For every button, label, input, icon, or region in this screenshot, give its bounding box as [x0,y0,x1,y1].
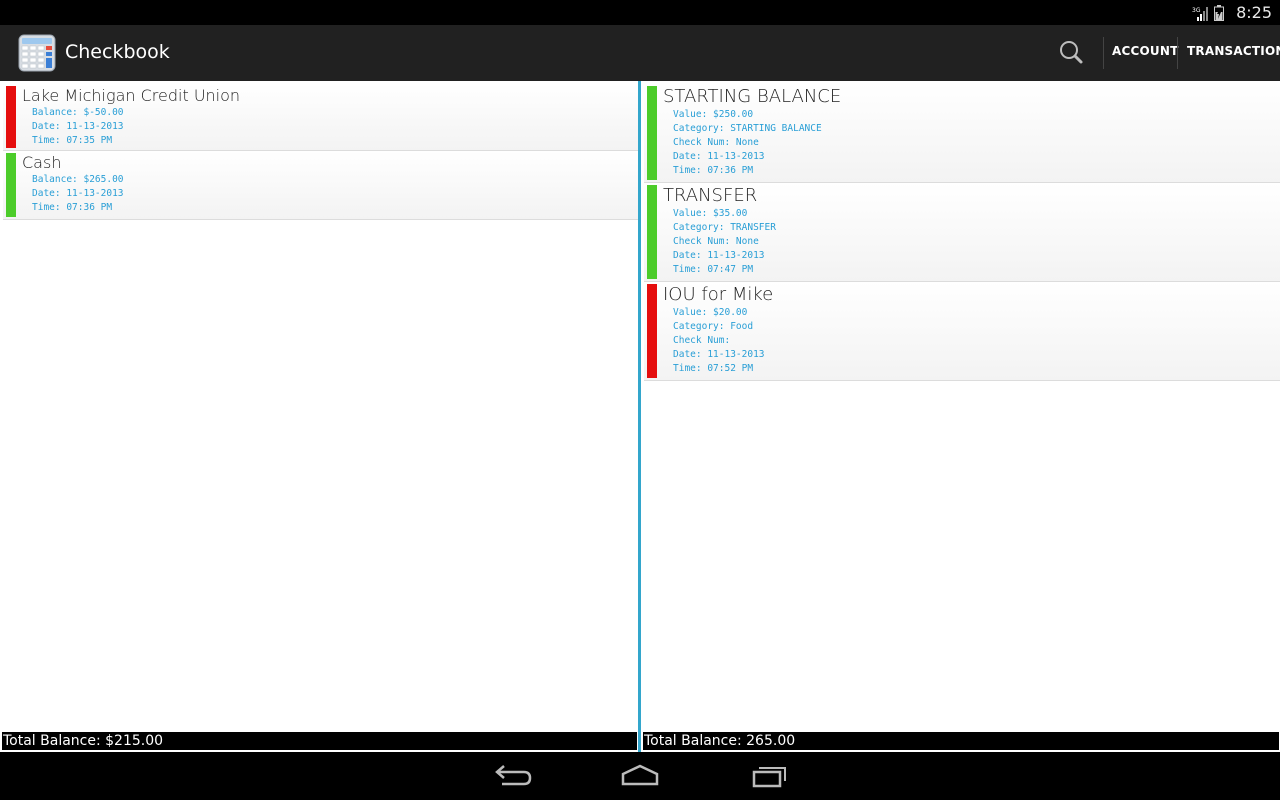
signal-icon: 3G [1192,6,1209,21]
status-bar-positive [6,153,16,217]
transaction-time: Time: 07:47 PM [673,264,754,275]
navigation-bar [0,752,1280,800]
transaction-date: Date: 11-13-2013 [673,151,765,162]
action-bar: Checkbook ACCOUNT TRANSACTION [0,25,1280,81]
transaction-button[interactable]: TRANSACTION [1187,44,1280,58]
account-balance: Balance: $265.00 [32,174,124,185]
transaction-row[interactable]: TRANSFER Value: $35.00 Category: TRANSFE… [644,183,1280,282]
clock: 8:25 [1236,3,1272,22]
status-bar-negative [647,284,657,378]
transactions-list: STARTING BALANCE Value: $250.00 Category… [641,84,1280,381]
search-icon[interactable] [1052,33,1092,73]
transaction-name: IOU for Mike [663,284,774,305]
accounts-pane: Lake Michigan Credit Union Balance: $-50… [0,81,638,752]
transaction-name: TRANSFER [663,185,758,206]
transactions-total-balance: Total Balance: 265.00 [643,732,1279,750]
transaction-category: Category: STARTING BALANCE [673,123,822,134]
account-date: Date: 11-13-2013 [32,188,124,199]
transaction-check-num: Check Num: None [673,236,759,247]
transaction-category: Category: TRANSFER [673,222,776,233]
calculator-icon[interactable] [18,34,56,72]
transaction-check-num: Check Num: [673,335,731,346]
accounts-total-balance: Total Balance: $215.00 [2,732,637,750]
home-icon[interactable] [610,760,670,792]
transaction-row[interactable]: IOU for Mike Value: $20.00 Category: Foo… [644,282,1280,381]
status-icons: 3G 8:25 [1192,2,1272,23]
transaction-time: Time: 07:52 PM [673,363,754,374]
transaction-name: STARTING BALANCE [663,86,842,107]
account-time: Time: 07:36 PM [32,202,113,213]
account-row[interactable]: Lake Michigan Credit Union Balance: $-50… [3,84,638,151]
account-name: Cash [22,153,62,172]
transaction-time: Time: 07:36 PM [673,165,754,176]
back-icon[interactable] [482,760,542,792]
transaction-category: Category: Food [673,321,754,332]
transaction-value: Value: $35.00 [673,208,748,219]
app-title: Checkbook [65,41,170,63]
status-bar: 3G 8:25 [0,0,1280,25]
status-bar-negative [6,86,16,148]
action-divider [1103,37,1104,69]
transaction-value: Value: $250.00 [673,109,754,120]
network-type: 3G [1192,7,1201,14]
transaction-value: Value: $20.00 [673,307,748,318]
recents-icon[interactable] [740,760,800,792]
account-row[interactable]: Cash Balance: $265.00 Date: 11-13-2013 T… [3,151,638,220]
transaction-date: Date: 11-13-2013 [673,349,765,360]
transaction-date: Date: 11-13-2013 [673,250,765,261]
action-divider [1177,37,1178,69]
account-name: Lake Michigan Credit Union [22,86,241,105]
transactions-pane: STARTING BALANCE Value: $250.00 Category… [641,81,1280,752]
transaction-check-num: Check Num: None [673,137,759,148]
account-balance: Balance: $-50.00 [32,107,124,118]
transaction-row[interactable]: STARTING BALANCE Value: $250.00 Category… [644,84,1280,183]
account-time: Time: 07:35 PM [32,135,113,146]
accounts-list: Lake Michigan Credit Union Balance: $-50… [0,84,638,220]
battery-icon [1214,4,1225,21]
account-button[interactable]: ACCOUNT [1112,44,1178,58]
status-bar-positive [647,86,657,180]
status-bar-positive [647,185,657,279]
account-date: Date: 11-13-2013 [32,121,124,132]
